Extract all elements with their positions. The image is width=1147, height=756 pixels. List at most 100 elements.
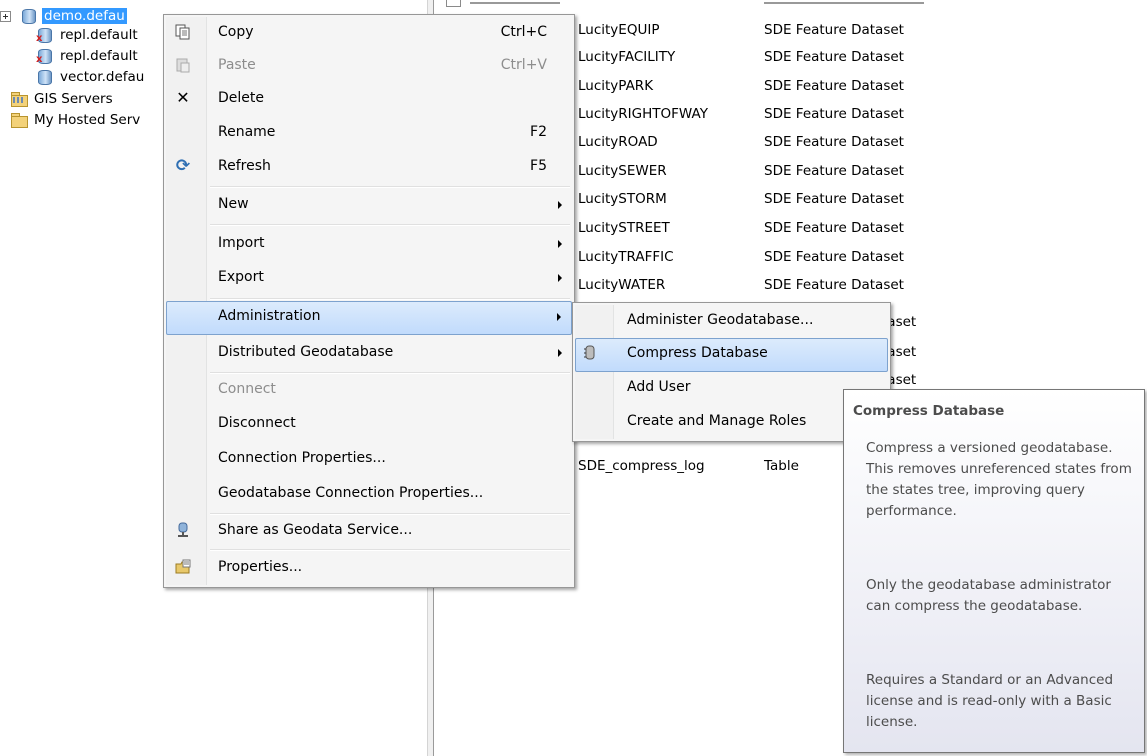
- submenu-arrow-icon: [558, 240, 562, 248]
- tree-item-gis-servers[interactable]: GIS Servers: [10, 89, 115, 109]
- item-type: SDE Feature Dataset: [764, 22, 904, 38]
- menu-item-label: Compress Database: [627, 345, 768, 361]
- menu-item-label: New: [218, 196, 249, 212]
- database-error-icon: x: [36, 47, 54, 65]
- item-name: LucityFACILITY: [578, 49, 676, 65]
- menu-item-label: Properties...: [218, 559, 303, 575]
- menu-item-label: Connection Properties...: [218, 450, 386, 466]
- item-type: SDE Feature Dataset: [764, 249, 904, 265]
- tooltip-description: Compress a versioned geodatabase. This r…: [866, 440, 1132, 519]
- item-name: LucityEQUIP: [578, 22, 660, 38]
- gis-servers-icon: [10, 91, 28, 107]
- item-name: LucityROAD: [578, 134, 658, 150]
- submenu-arrow-icon: [558, 274, 562, 282]
- tree-item-label: repl.default: [60, 27, 138, 43]
- menu-item-connect[interactable]: Connect: [166, 374, 572, 406]
- copy-icon: [175, 24, 191, 40]
- menu-item-administration[interactable]: Administration: [166, 301, 572, 335]
- database-icon: [36, 68, 54, 86]
- menu-item-label: Connect: [218, 381, 276, 397]
- geodata-service-icon: [175, 522, 191, 538]
- menu-item-label: Geodatabase Connection Properties...: [218, 485, 484, 501]
- menu-item-label: Copy: [218, 24, 254, 40]
- partial-row-icon: [446, 0, 461, 7]
- tree-item-repl-1[interactable]: x repl.default: [36, 25, 140, 45]
- menu-item-export[interactable]: Export: [166, 262, 572, 294]
- tree-item-label: GIS Servers: [34, 91, 113, 107]
- item-type: SDE Feature Dataset: [764, 163, 904, 179]
- menu-item-connection-properties[interactable]: Connection Properties...: [166, 443, 572, 475]
- tree-item-demo[interactable]: demo.defau: [0, 6, 127, 26]
- menu-item-label: Add User: [627, 379, 691, 395]
- submenu-item-add-user[interactable]: Add User: [575, 372, 888, 404]
- item-name: LucityPARK: [578, 78, 654, 94]
- submenu-item-administer-geodatabase[interactable]: Administer Geodatabase...: [575, 305, 888, 337]
- menu-item-label: Distributed Geodatabase: [218, 344, 394, 360]
- item-type: SDE Feature Dataset: [764, 191, 904, 207]
- tooltip-permission-note: Only the geodatabase administrator can c…: [866, 577, 1111, 614]
- menu-item-label: Export: [218, 269, 264, 285]
- menu-item-label: Administration: [218, 308, 321, 324]
- menu-item-paste[interactable]: Paste Ctrl+V: [166, 50, 572, 82]
- tree-item-label: demo.defau: [42, 8, 127, 24]
- menu-item-properties[interactable]: Properties...: [166, 552, 572, 584]
- submenu-arrow-icon: [558, 201, 562, 209]
- item-name: SDE_compress_log: [578, 458, 705, 474]
- menu-item-delete[interactable]: ✕ Delete: [166, 83, 572, 115]
- menu-item-rename[interactable]: Rename F2: [166, 117, 572, 149]
- properties-icon: [175, 559, 191, 575]
- tree-item-vector[interactable]: vector.defau: [36, 67, 146, 87]
- partial-row-type: [764, 0, 924, 4]
- item-type: SDE Feature Dataset: [764, 49, 904, 65]
- item-type: Table: [764, 458, 799, 474]
- menu-item-share-as-geodata-service[interactable]: Share as Geodata Service...: [166, 515, 572, 547]
- expand-icon[interactable]: [0, 11, 11, 22]
- paste-icon: [175, 57, 191, 73]
- menu-item-import[interactable]: Import: [166, 228, 572, 260]
- tree-item-label: repl.default: [60, 48, 138, 64]
- item-type: SDE Feature Dataset: [764, 277, 904, 293]
- tooltip-title: Compress Database: [853, 403, 1005, 419]
- menu-item-refresh[interactable]: ⟳ Refresh F5: [166, 151, 572, 183]
- menu-item-label: Create and Manage Roles: [627, 413, 807, 429]
- database-icon: [20, 7, 38, 25]
- item-name: LucityWATER: [578, 277, 666, 293]
- menu-item-label: Rename: [218, 124, 276, 140]
- item-type: SDE Feature Dataset: [764, 220, 904, 236]
- compress-database-icon: [582, 345, 598, 361]
- hosted-services-icon: [10, 112, 28, 128]
- menu-item-label: Disconnect: [218, 415, 296, 431]
- tree-item-label: vector.defau: [60, 69, 145, 85]
- tree-item-repl-2[interactable]: x repl.default: [36, 46, 140, 66]
- menu-item-distributed-geodatabase[interactable]: Distributed Geodatabase: [166, 337, 572, 369]
- tooltip: Compress Database Compress a versioned g…: [843, 389, 1145, 753]
- refresh-icon: ⟳: [175, 156, 191, 176]
- item-type: SDE Feature Dataset: [764, 106, 904, 122]
- menu-item-label: Administer Geodatabase...: [627, 312, 814, 328]
- menu-item-shortcut: F5: [530, 158, 547, 174]
- partial-row-name: [470, 0, 560, 4]
- submenu-item-compress-database[interactable]: Compress Database: [575, 338, 888, 372]
- item-type: SDE Feature Dataset: [764, 78, 904, 94]
- menu-item-label: Delete: [218, 90, 264, 106]
- menu-item-new[interactable]: New: [166, 189, 572, 221]
- menu-item-disconnect[interactable]: Disconnect: [166, 408, 572, 440]
- submenu-arrow-icon: [558, 349, 562, 357]
- delete-icon: ✕: [176, 88, 190, 107]
- menu-item-geodatabase-connection-properties[interactable]: Geodatabase Connection Properties...: [166, 478, 572, 510]
- menu-item-shortcut: F2: [530, 124, 547, 140]
- item-name: LucitySTREET: [578, 220, 670, 236]
- tree-item-hosted-services[interactable]: My Hosted Serv: [10, 110, 142, 130]
- menu-item-shortcut: Ctrl+C: [500, 24, 547, 40]
- submenu-item-create-manage-roles[interactable]: Create and Manage Roles: [575, 406, 888, 438]
- item-type: SDE Feature Dataset: [764, 134, 904, 150]
- tooltip-license-note: Requires a Standard or an Advanced licen…: [866, 672, 1114, 730]
- menu-item-label: Import: [218, 235, 265, 251]
- item-name: LucityRIGHTOFWAY: [578, 106, 708, 122]
- menu-item-label: Share as Geodata Service...: [218, 522, 413, 538]
- context-menu: Copy Ctrl+C Paste Ctrl+V ✕ Delete Rename…: [163, 14, 575, 588]
- menu-item-shortcut: Ctrl+V: [500, 57, 547, 73]
- menu-item-copy[interactable]: Copy Ctrl+C: [166, 17, 572, 49]
- item-name: LucityTRAFFIC: [578, 249, 674, 265]
- menu-item-label: Paste: [218, 57, 256, 73]
